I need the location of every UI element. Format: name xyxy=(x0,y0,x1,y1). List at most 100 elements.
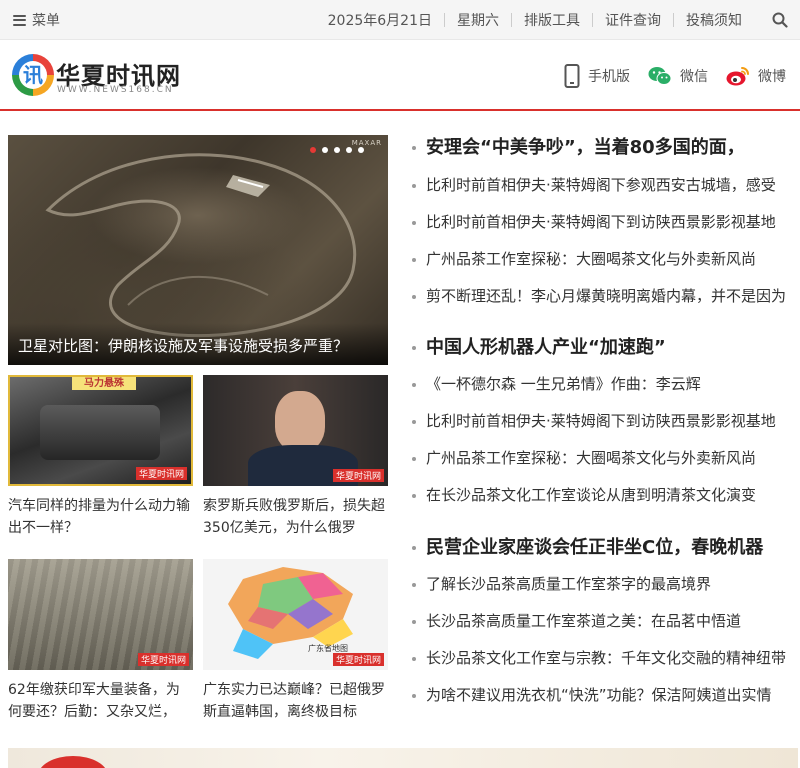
engine-thumbnail: 马力悬殊 华夏时讯网 xyxy=(8,375,193,486)
weibo-link[interactable]: 微博 xyxy=(726,66,786,86)
weibo-label: 微博 xyxy=(758,69,786,85)
bullet xyxy=(412,146,416,150)
news-item[interactable]: 广州品茶工作室探秘：大圈喝茶文化与外卖新风尚 xyxy=(410,241,790,278)
wechat-label: 微信 xyxy=(680,69,708,85)
news-item-text: 比利时前首相伊夫·莱特姆阁下到访陕西景影影视基地 xyxy=(426,213,776,231)
news-card[interactable]: 华夏时讯网 索罗斯兵败俄罗斯后，损失超350亿美元，为什么俄罗 xyxy=(203,375,388,539)
engine-shape xyxy=(40,405,160,460)
news-group: 中国人形机器人产业“加速跑” 《一杯德尔森 一生兄弟情》作曲：李云辉 比利时前首… xyxy=(410,335,790,514)
hero-slider[interactable]: MAXAR 卫星对比图：伊朗核设施及军事设施受损多严重？ xyxy=(8,135,388,365)
card-caption: 广东实力已达巅峰？已超俄罗斯直逼韩国，离终极目标 xyxy=(203,682,385,720)
site-header: 讯 华夏时讯网 WWW.NEWS168.CN 手机版 微信 微博 xyxy=(0,41,800,111)
bullet xyxy=(412,546,416,550)
news-item-text: 在长沙品茶文化工作室谈论从唐到明清茶文化演变 xyxy=(426,486,757,504)
social-links: 手机版 微信 微博 xyxy=(546,41,786,111)
current-weekday: 星期六 xyxy=(457,13,499,29)
portrait-thumbnail: 华夏时讯网 xyxy=(203,375,388,486)
news-item[interactable]: 了解长沙品茶高质量工作室茶字的最高境界 xyxy=(410,566,790,603)
news-item[interactable]: 广州品茶工作室探秘：大圈喝茶文化与外卖新风尚 xyxy=(410,440,790,477)
news-item[interactable]: 长沙品茶高质量工作室茶道之美：在品茗中悟道 xyxy=(410,603,790,640)
news-item[interactable]: 比利时前首相伊夫·莱特姆阁下参观西安古城墙，感受 xyxy=(410,167,790,204)
news-item[interactable]: 为啥不建议用洗衣机“快洗”功能？保洁阿姨道出实情 xyxy=(410,677,790,714)
current-date: 2025年6月21日 xyxy=(327,13,432,29)
bullet xyxy=(412,457,416,461)
bottom-banner[interactable] xyxy=(8,748,798,768)
slider-dot[interactable] xyxy=(322,147,328,153)
group-headline[interactable]: 中国人形机器人产业“加速跑” xyxy=(410,335,790,361)
thumb-watermark: 华夏时讯网 xyxy=(137,653,189,666)
news-item-text: 广州品茶工作室探秘：大圈喝茶文化与外卖新风尚 xyxy=(426,449,757,467)
site-domain: WWW.NEWS168.CN xyxy=(57,85,174,95)
link-layout-tool[interactable]: 排版工具 xyxy=(512,10,592,30)
news-item-text: 《一杯德尔森 一生兄弟情》作曲：李云辉 xyxy=(426,375,701,393)
slider-dot[interactable] xyxy=(334,147,340,153)
group-headline[interactable]: 民营企业家座谈会任正非坐C位，春晚机器 xyxy=(410,535,790,561)
search-icon[interactable] xyxy=(772,12,788,28)
link-submission-guide[interactable]: 投稿须知 xyxy=(674,10,754,30)
thumb-watermark: 华夏时讯网 xyxy=(332,469,384,482)
hero-caption: 卫星对比图：伊朗核设施及军事设施受损多严重？ xyxy=(18,337,349,355)
banner-logo xyxy=(38,756,108,768)
news-item-text: 比利时前首相伊夫·莱特姆阁下到访陕西景影影视基地 xyxy=(426,412,776,430)
headline-text: 民营企业家座谈会任正非坐C位，春晚机器 xyxy=(426,537,764,558)
map-thumbnail: 广东省地图 华夏时讯网 xyxy=(203,559,388,670)
menu-label: 菜单 xyxy=(32,13,60,29)
slider-dot[interactable] xyxy=(358,147,364,153)
news-item[interactable]: 《一杯德尔森 一生兄弟情》作曲：李云辉 xyxy=(410,366,790,403)
news-card[interactable]: 广东省地图 华夏时讯网 广东实力已达巅峰？已超俄罗斯直逼韩国，离终极目标 xyxy=(203,559,388,723)
news-item-text: 长沙品茶高质量工作室茶道之美：在品茗中悟道 xyxy=(426,612,742,630)
image-watermark: MAXAR xyxy=(351,139,382,147)
card-caption: 汽车同样的排量为什么动力输出不一样？ xyxy=(8,498,190,536)
top-links: 2025年6月21日 星期六 排版工具 证件查询 投稿须知 xyxy=(316,0,754,40)
thumb-watermark: 华夏时讯网 xyxy=(135,467,187,480)
thumb-watermark: 华夏时讯网 xyxy=(332,653,384,666)
card-badge: 马力悬殊 xyxy=(72,377,136,390)
news-group: 民营企业家座谈会任正非坐C位，春晚机器 了解长沙品茶高质量工作室茶字的最高境界 … xyxy=(410,535,790,714)
news-item-text: 比利时前首相伊夫·莱特姆阁下参观西安古城墙，感受 xyxy=(426,176,776,194)
bullet xyxy=(412,258,416,262)
bullet xyxy=(412,657,416,661)
news-item-text: 为啥不建议用洗衣机“快洗”功能？保洁阿姨道出实情 xyxy=(426,686,772,704)
bullet xyxy=(412,346,416,350)
hero-caption-bar: 卫星对比图：伊朗核设施及军事设施受损多严重？ xyxy=(8,323,388,365)
bullet xyxy=(412,620,416,624)
face-shape xyxy=(275,391,325,451)
news-item[interactable]: 剪不断理还乱！李心月爆黄晓明离婚内幕，并不是因为 xyxy=(410,278,790,315)
mobile-phone-icon xyxy=(564,64,580,88)
news-item-text: 剪不断理还乱！李心月爆黄晓明离婚内幕，并不是因为 xyxy=(426,287,787,305)
bullet xyxy=(412,583,416,587)
wechat-link[interactable]: 微信 xyxy=(648,66,708,86)
news-item[interactable]: 比利时前首相伊夫·莱特姆阁下到访陕西景影影视基地 xyxy=(410,204,790,241)
menu-button[interactable]: 菜单 xyxy=(13,11,60,29)
card-caption: 索罗斯兵败俄罗斯后，损失超350亿美元，为什么俄罗 xyxy=(203,498,385,536)
bullet xyxy=(412,420,416,424)
news-item[interactable]: 长沙品茶文化工作室与宗教：千年文化交融的精神纽带 xyxy=(410,640,790,677)
news-card[interactable]: 马力悬殊 华夏时讯网 汽车同样的排量为什么动力输出不一样？ xyxy=(8,375,193,539)
headline-text: 安理会“中美争吵”，当着80多国的面， xyxy=(426,137,745,158)
bullet xyxy=(412,694,416,698)
news-card[interactable]: 华夏时讯网 62年缴获印军大量装备，为何要还？后勤：又杂又烂， xyxy=(8,559,193,723)
wechat-icon xyxy=(648,67,672,85)
bullet xyxy=(412,383,416,387)
card-caption: 62年缴获印军大量装备，为何要还？后勤：又杂又烂， xyxy=(8,682,180,720)
mobile-version-link[interactable]: 手机版 xyxy=(564,64,630,88)
bullet xyxy=(412,494,416,498)
slider-dot[interactable] xyxy=(346,147,352,153)
news-item-text: 了解长沙品茶高质量工作室茶字的最高境界 xyxy=(426,575,712,593)
site-logo[interactable]: 讯 华夏时讯网 WWW.NEWS168.CN xyxy=(12,54,192,98)
link-certificate-query[interactable]: 证件查询 xyxy=(593,10,673,30)
bullet xyxy=(412,295,416,299)
news-group: 安理会“中美争吵”，当着80多国的面， 比利时前首相伊夫·莱特姆阁下参观西安古城… xyxy=(410,135,790,315)
news-item[interactable]: 比利时前首相伊夫·莱特姆阁下到访陕西景影影视基地 xyxy=(410,403,790,440)
hamburger-icon xyxy=(13,14,26,26)
slider-dot[interactable] xyxy=(310,147,316,153)
vintage-photo-thumbnail: 华夏时讯网 xyxy=(8,559,193,670)
bullet xyxy=(412,221,416,225)
news-item-text: 长沙品茶文化工作室与宗教：千年文化交融的精神纽带 xyxy=(426,649,787,667)
mobile-version-label: 手机版 xyxy=(588,69,630,85)
news-item[interactable]: 在长沙品茶文化工作室谈论从唐到明清茶文化演变 xyxy=(410,477,790,514)
logo-char: 讯 xyxy=(23,63,43,87)
group-headline[interactable]: 安理会“中美争吵”，当着80多国的面， xyxy=(410,135,790,161)
weibo-icon xyxy=(726,67,749,86)
top-bar: 菜单 2025年6月21日 星期六 排版工具 证件查询 投稿须知 xyxy=(0,0,800,40)
